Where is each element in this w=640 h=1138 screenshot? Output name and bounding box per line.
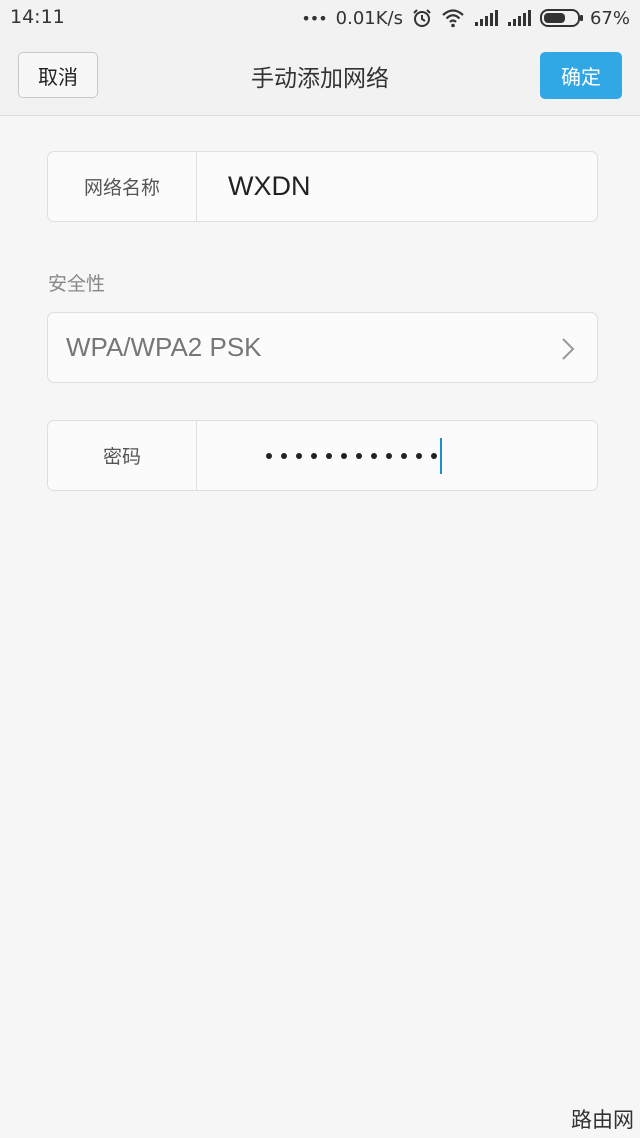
- chevron-right-icon: [561, 337, 575, 365]
- security-section-label: 安全性: [48, 273, 106, 295]
- battery-icon: [539, 8, 584, 28]
- more-dots: •••: [301, 8, 327, 28]
- ssid-field[interactable]: 网络名称 WXDN: [47, 151, 598, 222]
- text-caret: [440, 437, 442, 474]
- battery-percent: 67%: [589, 7, 630, 29]
- network-speed: 0.01K/s: [335, 7, 403, 29]
- password-input[interactable]: [266, 421, 442, 490]
- watermark-text: 路由网: [571, 1108, 634, 1132]
- title-bar: 手动添加网络 取消 确定: [0, 36, 640, 116]
- wifi-icon: [441, 8, 465, 28]
- password-mask-dot: [401, 452, 407, 459]
- password-mask-dot: [296, 452, 302, 459]
- password-mask-dot: [371, 452, 377, 459]
- status-bar: 14:11 ••• 0.01K/s 67%: [0, 0, 640, 36]
- password-mask-dot: [356, 452, 362, 459]
- ssid-input[interactable]: WXDN: [228, 152, 311, 221]
- alarm-icon: [412, 8, 432, 28]
- cancel-button[interactable]: 取消: [18, 52, 98, 98]
- battery: 67%: [539, 7, 630, 29]
- ssid-label: 网络名称: [48, 152, 197, 221]
- status-time: 14:11: [10, 6, 65, 28]
- password-field[interactable]: 密码: [47, 420, 598, 491]
- password-mask-dot: [281, 452, 287, 459]
- password-label: 密码: [48, 421, 197, 490]
- password-mask-dot: [341, 452, 347, 459]
- confirm-button[interactable]: 确定: [540, 52, 622, 99]
- password-mask-dot: [311, 452, 317, 459]
- signal-icon: [507, 9, 531, 27]
- password-mask-dot: [326, 452, 332, 459]
- password-mask-dot: [266, 452, 272, 459]
- password-mask-dot: [431, 452, 437, 459]
- security-select[interactable]: WPA/WPA2 PSK: [47, 312, 598, 383]
- signal-icon: [474, 9, 498, 27]
- status-icons: ••• 0.01K/s 67%: [301, 4, 630, 32]
- security-value: WPA/WPA2 PSK: [66, 332, 262, 362]
- password-mask-dot: [416, 452, 422, 459]
- password-mask-dot: [386, 452, 392, 459]
